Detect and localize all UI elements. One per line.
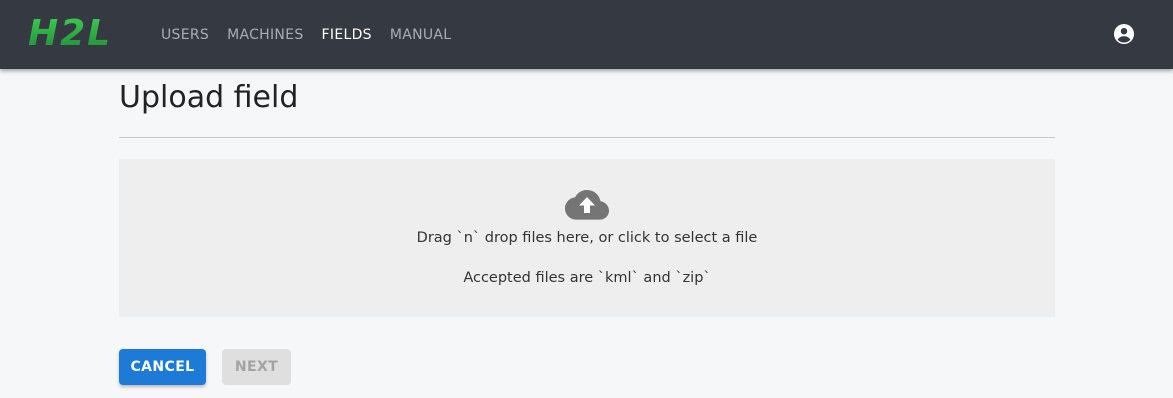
file-dropzone[interactable]: Drag `n` drop files here, or click to se… — [119, 159, 1055, 317]
page-title: Upload field — [119, 80, 299, 115]
nav-machines[interactable]: MACHINES — [218, 27, 312, 43]
next-button[interactable]: NEXT — [222, 349, 291, 385]
logo-wordmark: H2L — [28, 14, 112, 50]
title-divider — [119, 137, 1055, 138]
account-circle-icon[interactable] — [1112, 22, 1136, 46]
app-bar: H2L USERS MACHINES FIELDS MANUAL — [0, 0, 1173, 69]
main-nav: USERS MACHINES FIELDS MANUAL — [152, 0, 460, 69]
h2l-logo[interactable]: H2L — [28, 14, 152, 50]
cloud-upload-icon — [565, 190, 609, 220]
dropzone-accepted-types: Accepted files are `kml` and `zip` — [463, 270, 711, 286]
nav-manual[interactable]: MANUAL — [381, 27, 461, 43]
dropzone-instruction: Drag `n` drop files here, or click to se… — [416, 230, 758, 246]
nav-users[interactable]: USERS — [152, 27, 218, 43]
cancel-button[interactable]: CANCEL — [119, 349, 206, 385]
nav-fields[interactable]: FIELDS — [313, 27, 381, 43]
